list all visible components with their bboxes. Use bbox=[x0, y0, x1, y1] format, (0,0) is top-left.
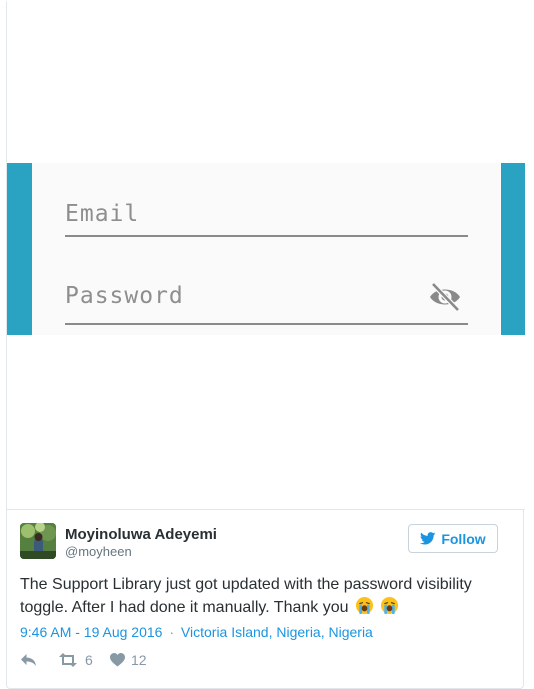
tweet-meta: 9:46 AM - 19 Aug 2016 · Victoria Island,… bbox=[20, 624, 373, 640]
follow-button[interactable]: Follow bbox=[408, 524, 498, 553]
email-field-underline bbox=[65, 235, 468, 237]
email-field-hint: Email bbox=[65, 201, 140, 227]
tweet-timestamp-link[interactable]: 9:46 AM - 19 Aug 2016 bbox=[20, 624, 162, 640]
accent-bar-left bbox=[7, 163, 32, 335]
accent-bar-right bbox=[501, 163, 525, 335]
retweet-button[interactable]: 6 bbox=[58, 652, 110, 668]
author-handle[interactable]: @moyheen bbox=[65, 544, 132, 559]
loudly-crying-face-icon bbox=[381, 596, 399, 615]
follow-button-label: Follow bbox=[441, 530, 486, 547]
password-field-underline bbox=[65, 323, 468, 325]
tweet-actions: 6 12 bbox=[20, 650, 147, 670]
like-count: 12 bbox=[131, 652, 147, 668]
tweet-text: The Support Library just got updated wit… bbox=[20, 573, 490, 619]
twitter-bird-icon bbox=[420, 532, 436, 545]
author-name[interactable]: Moyinoluwa Adeyemi bbox=[65, 526, 217, 543]
avatar-photo-icon bbox=[20, 523, 56, 559]
tweet-media-image[interactable]: Email Password bbox=[7, 0, 525, 510]
tweet-location-link[interactable]: Victoria Island, Nigeria, Nigeria bbox=[181, 624, 373, 640]
tweet-author-row: Moyinoluwa Adeyemi @moyheen Follow bbox=[20, 522, 498, 562]
reply-button[interactable] bbox=[20, 653, 58, 667]
login-form-preview: Email Password bbox=[32, 163, 500, 335]
retweet-count: 6 bbox=[85, 652, 93, 668]
reply-icon bbox=[21, 654, 36, 666]
eye-off-icon bbox=[430, 282, 460, 312]
tweet-text-body: The Support Library just got updated wit… bbox=[20, 576, 472, 616]
meta-separator: · bbox=[169, 624, 175, 640]
password-field-hint: Password bbox=[65, 283, 184, 309]
heart-icon bbox=[110, 653, 125, 667]
retweet-icon bbox=[59, 653, 77, 667]
loudly-crying-face-icon bbox=[355, 596, 374, 615]
avatar[interactable] bbox=[20, 523, 56, 559]
like-button[interactable]: 12 bbox=[110, 652, 147, 668]
